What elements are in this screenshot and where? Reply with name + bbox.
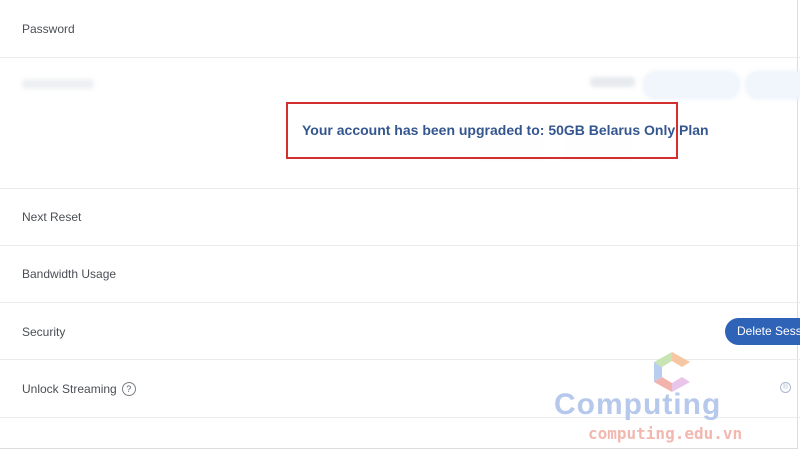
password-row: Password [0,0,800,58]
unlock-streaming-label-wrap: Unlock Streaming? [22,382,136,396]
registered-mark: ® [780,382,791,393]
password-label: Password [22,22,75,36]
next-reset-label: Next Reset [22,210,82,224]
bandwidth-usage-row: Bandwidth Usage [0,245,800,303]
plan-option-button-2[interactable] [745,71,800,99]
plan-row-faded-label [22,79,94,89]
help-icon[interactable]: ? [121,382,136,396]
watermark-word: Computing [554,388,722,421]
computing-watermark: Computing ® computing.edu.vn [550,350,795,445]
watermark-domain: computing.edu.vn [588,424,743,443]
upgrade-notice-text: Your account has been upgraded to: 50GB … [302,122,709,138]
security-label: Security [22,325,66,339]
plan-free-indicator [590,77,635,87]
bandwidth-usage-label: Bandwidth Usage [22,267,117,281]
unlock-streaming-label: Unlock Streaming [22,382,117,396]
next-reset-row: Next Reset [0,188,800,246]
upgrade-notice: Your account has been upgraded to: 50GB … [286,102,709,159]
delete-sessions-button[interactable]: Delete Sessions [725,318,800,345]
plan-option-button[interactable] [643,71,740,99]
